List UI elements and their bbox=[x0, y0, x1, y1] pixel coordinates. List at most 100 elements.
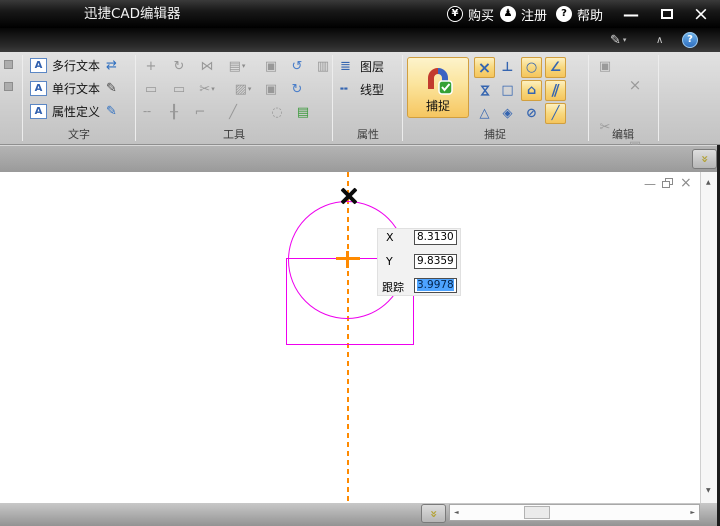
array-tool-button[interactable]: ▤▾ bbox=[226, 57, 248, 76]
scroll-down-icon[interactable]: ▼ bbox=[706, 488, 711, 494]
close-button[interactable]: × bbox=[690, 0, 712, 28]
linetype-label: 线型 bbox=[360, 81, 384, 98]
scrollbar-thumb[interactable] bbox=[524, 506, 550, 519]
apparent-intersection-icon: ⋈ bbox=[478, 84, 491, 97]
copy-tool-button[interactable]: ▣ bbox=[260, 57, 282, 76]
snap-intersection-toggle[interactable]: × bbox=[474, 57, 495, 78]
register-label: 注册 bbox=[521, 5, 547, 24]
linetype-icon: ╍ bbox=[340, 82, 356, 97]
expand-panel-button-bottom[interactable]: » bbox=[421, 504, 446, 523]
help-label: 帮助 bbox=[577, 5, 603, 24]
snap-quadrant-toggle[interactable]: ◈ bbox=[497, 103, 518, 124]
minimize-button[interactable]: — bbox=[620, 0, 642, 28]
insertion-icon: ⌂ bbox=[527, 84, 536, 97]
drawing-canvas[interactable]: X 8.3130 Y 9.8359 跟踪 3.9978 — × bbox=[0, 172, 700, 503]
linetype-button[interactable]: ╍ 线型 bbox=[340, 80, 384, 98]
redo-tool-button[interactable]: ↻ bbox=[286, 80, 308, 99]
trim-icon: ▭ bbox=[145, 83, 157, 96]
delete-button[interactable]: × bbox=[624, 76, 646, 95]
paste-board-icon: ▥ bbox=[317, 60, 329, 73]
group-separator bbox=[135, 55, 136, 141]
multiline-text-button[interactable]: A 多行文本 bbox=[30, 56, 100, 74]
quadrant-icon: ◈ bbox=[503, 107, 513, 120]
layers-icon: ≣ bbox=[340, 59, 356, 74]
maximize-button[interactable] bbox=[656, 0, 678, 28]
singleline-text-button[interactable]: A 单行文本 bbox=[30, 79, 100, 97]
group-separator bbox=[22, 55, 23, 141]
horizontal-scrollbar[interactable]: ◄ ► bbox=[449, 504, 700, 521]
trim-tool-button[interactable]: ▭ bbox=[140, 80, 162, 99]
vertical-scrollbar[interactable]: ▲ ▼ bbox=[700, 172, 717, 503]
add-layer-tool-button[interactable]: ▤ bbox=[292, 103, 314, 122]
buy-button[interactable]: ¥ 购买 bbox=[447, 0, 494, 28]
paste-board-button[interactable]: ▥ bbox=[312, 57, 334, 76]
undo-tool-button[interactable]: ↺ bbox=[286, 57, 308, 76]
move-tool-button[interactable]: + bbox=[140, 57, 162, 76]
snap-center-toggle[interactable]: ○ bbox=[521, 57, 542, 78]
text-scale-icon: ⇄ bbox=[106, 59, 117, 72]
scroll-left-icon[interactable]: ◄ bbox=[454, 510, 459, 516]
match-tool-button[interactable]: ◌ bbox=[266, 103, 288, 122]
collapse-icon: ∧ bbox=[656, 35, 663, 46]
snap-parallel-toggle[interactable]: ∥ bbox=[545, 80, 566, 101]
scroll-right-icon[interactable]: ► bbox=[690, 510, 695, 516]
titlebar: 迅捷CAD编辑器 ¥ 购买 ♟ 注册 ? 帮助 — × bbox=[0, 0, 720, 28]
question-badge-icon: ? bbox=[556, 6, 572, 22]
edit-text-button[interactable]: ✎ bbox=[106, 79, 117, 97]
mirror-tool-button[interactable]: ⋈ bbox=[196, 57, 218, 76]
rotate-tool-button[interactable]: ↻ bbox=[168, 57, 190, 76]
snap-node-toggle[interactable]: □ bbox=[497, 80, 518, 101]
edit-attribute-button[interactable]: ✎ bbox=[106, 102, 117, 120]
y-label: Y bbox=[386, 255, 393, 268]
snap-extension-toggle[interactable]: ╱ bbox=[545, 103, 566, 124]
group-separator bbox=[402, 55, 403, 141]
yen-badge-icon: ¥ bbox=[447, 6, 463, 22]
snap-midpoint-toggle[interactable]: △ bbox=[474, 103, 495, 124]
explode-tool-button[interactable]: ▨▾ bbox=[232, 80, 254, 99]
fillet-tool-button[interactable]: ⌐ bbox=[189, 103, 211, 122]
text-scale-button[interactable]: ⇄ bbox=[106, 56, 117, 74]
match-icon: ◌ bbox=[271, 106, 282, 119]
extend-tool-button[interactable]: ▭ bbox=[168, 80, 190, 99]
annotate-button[interactable]: ✎ ▾ bbox=[610, 31, 626, 49]
x-coordinate-input[interactable]: 8.3130 bbox=[414, 230, 457, 245]
duplicate-tool-button[interactable]: ▣ bbox=[260, 80, 282, 99]
doc-minimize-button[interactable]: — bbox=[644, 178, 656, 190]
register-button[interactable]: ♟ 注册 bbox=[500, 0, 547, 28]
app-window: 迅捷CAD编辑器 ¥ 购买 ♟ 注册 ? 帮助 — × ✎ ▾ ∧ bbox=[0, 0, 720, 526]
dropdown-arrow-icon: ▾ bbox=[623, 36, 627, 44]
layers-button[interactable]: ≣ 图层 bbox=[340, 57, 384, 75]
doc-close-button[interactable]: × bbox=[680, 176, 692, 190]
singleline-text-icon: A bbox=[30, 81, 47, 96]
offset-tool-button[interactable]: ╂ bbox=[163, 103, 185, 122]
snap-toggle-button[interactable]: 捕捉 bbox=[407, 57, 469, 118]
quick-help-button[interactable]: ? bbox=[682, 31, 698, 49]
pencil-doc-icon: ✎ bbox=[610, 33, 621, 48]
collapse-ribbon-button[interactable]: ∧ bbox=[656, 31, 663, 49]
attribute-define-label: 属性定义 bbox=[52, 103, 100, 120]
x-coordinate-row: X bbox=[386, 231, 394, 244]
attribute-define-button[interactable]: A 属性定义 bbox=[30, 102, 100, 120]
scroll-up-icon[interactable]: ▲ bbox=[706, 180, 711, 186]
y-coordinate-input[interactable]: 9.8359 bbox=[414, 254, 457, 269]
track-value-selected: 3.9978 bbox=[417, 279, 454, 291]
snap-apparent-intersection-toggle[interactable]: ⋈ bbox=[474, 80, 495, 101]
track-input[interactable]: 3.9978 bbox=[414, 278, 457, 293]
group-label-text: 文字 bbox=[24, 127, 134, 142]
help-button[interactable]: ? 帮助 bbox=[556, 0, 603, 28]
snap-tangent-angle-toggle[interactable]: ∠ bbox=[545, 57, 566, 78]
snap-perpendicular-toggle[interactable]: ⊥ bbox=[497, 57, 518, 78]
scale-tool-button[interactable]: ╌ bbox=[136, 103, 158, 122]
paste-button[interactable]: ▣ bbox=[594, 57, 616, 76]
paste-icon: ▣ bbox=[599, 60, 611, 73]
restore-icon bbox=[662, 181, 670, 188]
buy-label: 购买 bbox=[468, 5, 494, 24]
edit-text-icon: ✎ bbox=[106, 82, 117, 95]
expand-panel-button[interactable]: » bbox=[692, 149, 717, 169]
snap-tangent-toggle[interactable]: ⊘ bbox=[521, 103, 542, 124]
break-tool-button[interactable]: ✂▾ bbox=[196, 80, 218, 99]
document-tab-strip: » bbox=[0, 145, 720, 172]
rotate-icon: ↻ bbox=[174, 60, 185, 73]
snap-insertion-toggle[interactable]: ⌂ bbox=[521, 80, 542, 101]
chamfer-tool-button[interactable]: ╱ bbox=[222, 103, 244, 122]
